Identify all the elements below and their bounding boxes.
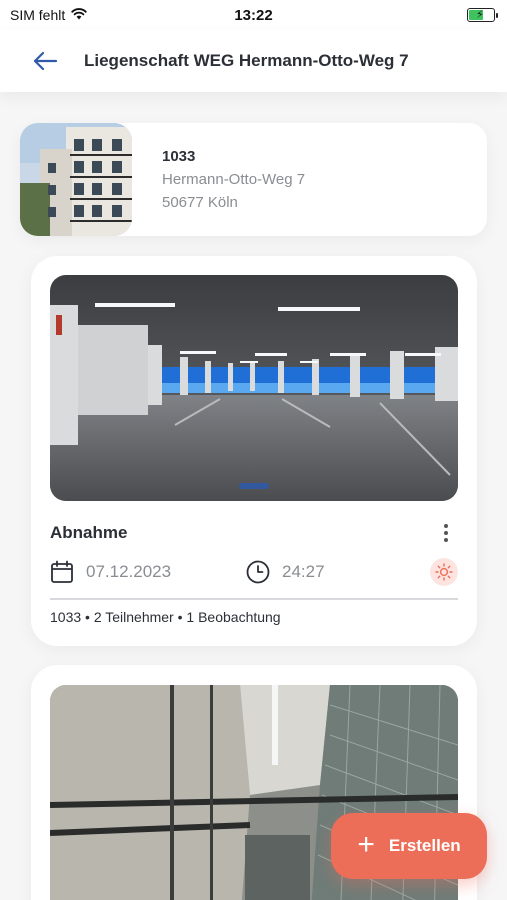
create-button-label: Erstellen — [388, 836, 461, 855]
inspection-photo[interactable] — [50, 275, 458, 501]
sun-icon — [435, 563, 453, 581]
property-street: Hermann-Otto-Weg 7 — [162, 171, 306, 188]
inspection-title-row: Abnahme — [50, 521, 458, 545]
property-city: 50677 Köln — [162, 194, 238, 211]
back-button[interactable] — [20, 36, 70, 86]
calendar-icon — [51, 560, 73, 583]
property-info: 1033 Hermann-Otto-Weg 7 50677 Köln — [162, 148, 305, 211]
carrier-text: SIM fehlt — [10, 7, 66, 23]
plus-icon: + — [357, 827, 375, 861]
property-id: 1033 — [162, 148, 196, 165]
property-card[interactable]: 1033 Hermann-Otto-Weg 7 50677 Köln — [20, 123, 487, 236]
battery-icon: ⚡ — [467, 8, 498, 22]
card-divider — [50, 598, 458, 600]
page-title: Liegenschaft WEG Hermann-Otto-Weg 7 — [84, 51, 409, 70]
inspection-meta-row: 07.12.2023 24:27 — [50, 558, 458, 586]
property-image — [20, 123, 132, 236]
clock-icon — [246, 560, 270, 584]
create-button[interactable]: + Erstellen — [331, 813, 487, 879]
wifi-icon — [71, 7, 87, 23]
carousel-indicator — [239, 483, 269, 489]
status-bar: SIM fehlt 13:22 ⚡ — [0, 0, 507, 30]
more-options-icon[interactable] — [434, 521, 458, 545]
date-value: 07.12.2023 — [86, 562, 172, 581]
charging-bolt-icon: ⚡ — [476, 9, 484, 21]
app-header: Liegenschaft WEG Hermann-Otto-Weg 7 — [0, 30, 507, 92]
arrow-left-icon — [33, 51, 58, 71]
weather-badge — [430, 558, 458, 586]
inspection-summary: 1033 • 2 Teilnehmer • 1 Beobachtung — [50, 609, 281, 625]
inspection-time: 24:27 — [246, 560, 325, 584]
status-left: SIM fehlt — [10, 7, 87, 23]
time-value: 24:27 — [282, 562, 325, 581]
inspection-title: Abnahme — [50, 523, 128, 542]
inspection-date: 07.12.2023 — [50, 560, 246, 584]
inspection-card[interactable]: Abnahme 07.12.2023 24:27 1033 • 2 Teilne… — [31, 256, 477, 646]
